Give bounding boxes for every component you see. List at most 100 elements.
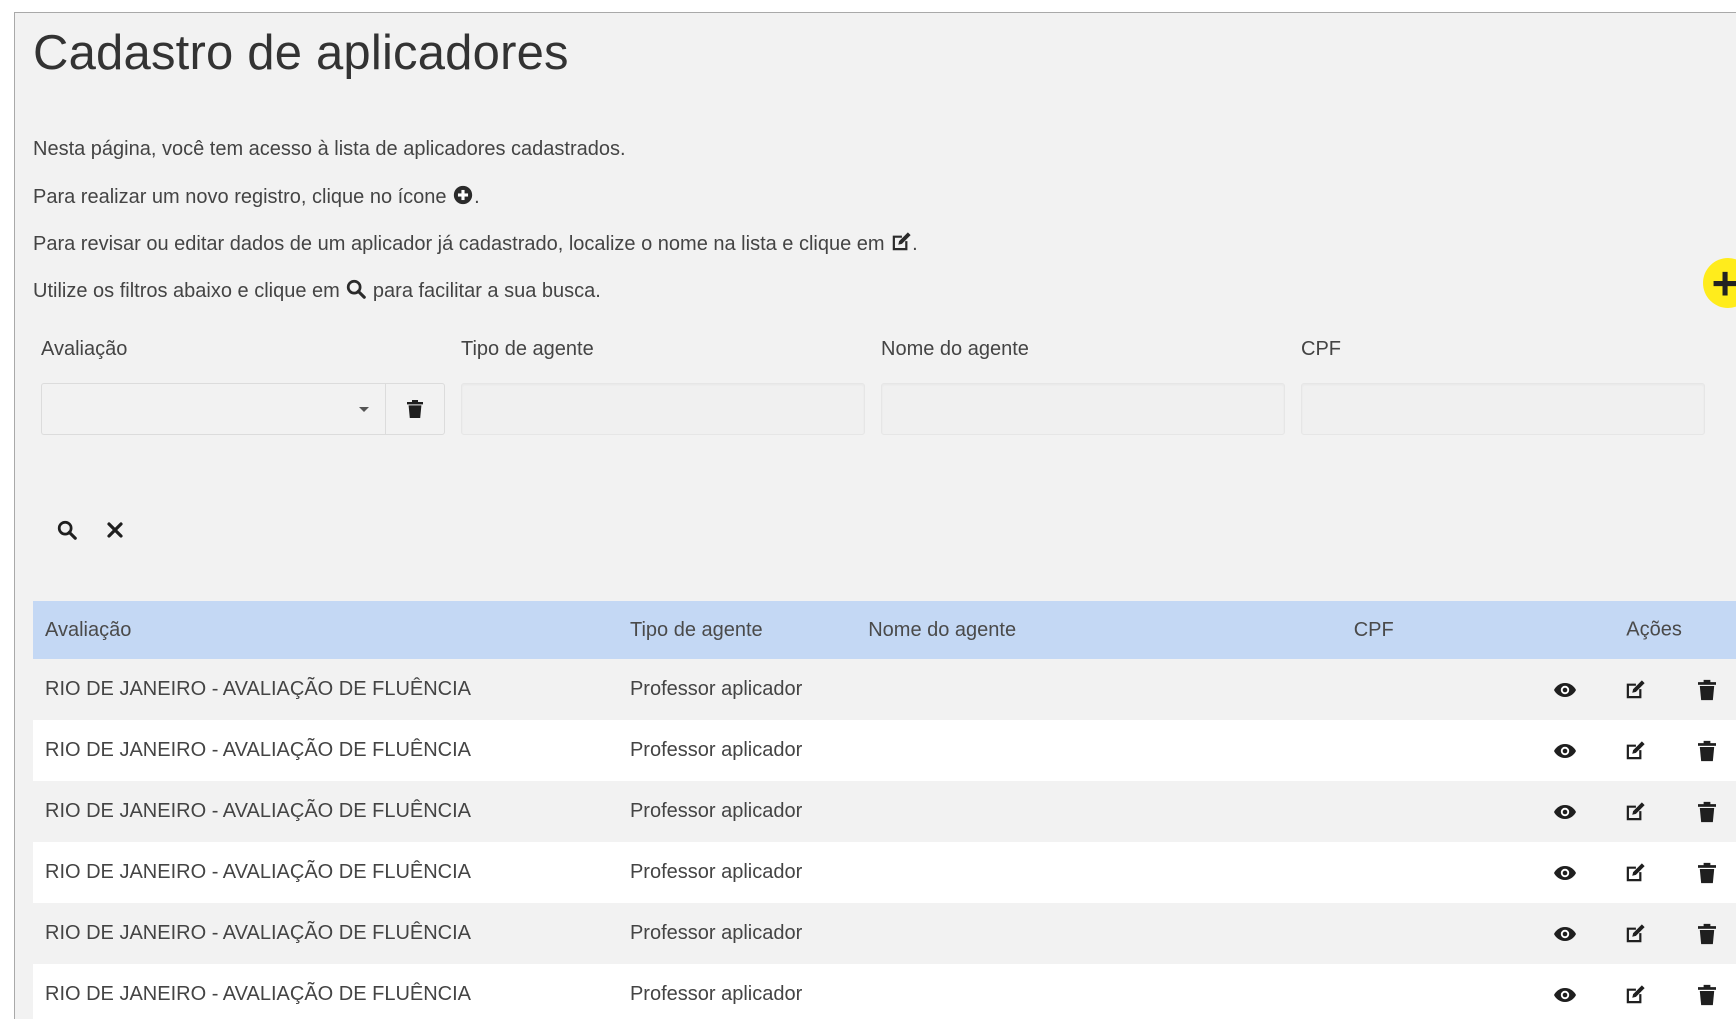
filter-cpf-label: CPF (1301, 338, 1341, 360)
trash-icon (1698, 862, 1717, 884)
cell-cpf (1341, 781, 1572, 842)
eye-icon (1553, 987, 1577, 1003)
trash-icon (1698, 923, 1717, 945)
view-button[interactable] (1552, 982, 1578, 1008)
clear-avaliacao-button[interactable] (385, 383, 445, 435)
cell-actions (1554, 720, 1736, 781)
eye-icon (1553, 926, 1577, 942)
cell-nome-agente (856, 720, 1342, 781)
cell-actions (1554, 781, 1736, 842)
cell-actions (1554, 903, 1736, 964)
table-row: RIO DE JANEIRO - AVALIAÇÃO DE FLUÊNCIA Pr… (33, 659, 1736, 720)
edit-icon (1624, 862, 1646, 884)
header-avaliacao[interactable]: Avaliação (33, 601, 618, 659)
header-tipo-agente[interactable]: Tipo de agente (617, 601, 857, 659)
page-title: Cadastro de aplicadores (33, 26, 569, 80)
edit-icon (1624, 801, 1646, 823)
trash-icon (407, 400, 423, 418)
view-button[interactable] (1552, 799, 1578, 825)
table-body: RIO DE JANEIRO - AVALIAÇÃO DE FLUÊNCIA Pr… (33, 659, 1736, 1019)
edit-button[interactable] (1622, 921, 1648, 947)
cell-tipo-agente: Professor aplicador (617, 842, 857, 903)
avaliacao-select[interactable] (41, 383, 385, 435)
delete-button[interactable] (1694, 921, 1720, 947)
add-applicator-button[interactable]: + (1703, 258, 1736, 308)
edit-icon (1624, 984, 1646, 1006)
edit-icon (1624, 740, 1646, 762)
cell-avaliacao: RIO DE JANEIRO - AVALIAÇÃO DE FLUÊNCIA (33, 659, 618, 720)
cell-avaliacao: RIO DE JANEIRO - AVALIAÇÃO DE FLUÊNCIA (33, 964, 618, 1019)
trash-icon (1698, 740, 1717, 762)
eye-icon (1553, 804, 1577, 820)
view-button[interactable] (1552, 921, 1578, 947)
delete-button[interactable] (1694, 982, 1720, 1008)
edit-button[interactable] (1622, 982, 1648, 1008)
edit-button[interactable] (1622, 799, 1648, 825)
edit-icon (1624, 679, 1646, 701)
cell-cpf (1341, 903, 1572, 964)
cell-tipo-agente: Professor aplicador (617, 720, 857, 781)
filter-nome-label: Nome do agente (881, 338, 1029, 360)
avaliacao-select-group (41, 383, 445, 435)
page-container: Cadastro de aplicadores Nesta página, vo… (14, 12, 1736, 1019)
trash-icon (1698, 679, 1717, 701)
filter-tipo-agente: Tipo de agente (461, 333, 865, 435)
cell-actions (1554, 964, 1736, 1019)
view-button[interactable] (1552, 738, 1578, 764)
view-button[interactable] (1552, 860, 1578, 886)
table-row: RIO DE JANEIRO - AVALIAÇÃO DE FLUÊNCIA Pr… (33, 842, 1736, 903)
cell-tipo-agente: Professor aplicador (617, 964, 857, 1019)
filter-nome-agente: Nome do agente (881, 333, 1285, 435)
delete-button[interactable] (1694, 738, 1720, 764)
delete-button[interactable] (1694, 677, 1720, 703)
cell-nome-agente (856, 842, 1342, 903)
edit-icon (892, 232, 911, 251)
header-acoes: Ações (1571, 601, 1736, 659)
header-cpf[interactable]: CPF (1341, 601, 1572, 659)
cell-tipo-agente: Professor aplicador (617, 659, 857, 720)
cell-nome-agente (856, 903, 1342, 964)
filter-avaliacao-label: Avaliação (41, 338, 128, 360)
trash-icon (1698, 984, 1717, 1006)
intro-line-4: Utilize os filtros abaixo e clique em pa… (33, 279, 601, 302)
plus-circle-icon (453, 185, 473, 205)
cell-avaliacao: RIO DE JANEIRO - AVALIAÇÃO DE FLUÊNCIA (33, 781, 618, 842)
clear-filters-button[interactable] (103, 518, 127, 542)
plus-icon: + (1711, 257, 1736, 309)
eye-icon (1553, 682, 1577, 698)
cell-avaliacao: RIO DE JANEIRO - AVALIAÇÃO DE FLUÊNCIA (33, 720, 618, 781)
edit-button[interactable] (1622, 738, 1648, 764)
delete-button[interactable] (1694, 799, 1720, 825)
header-nome-agente[interactable]: Nome do agente (856, 601, 1342, 659)
tipo-agente-input[interactable] (461, 383, 865, 435)
cell-nome-agente (856, 964, 1342, 1019)
edit-button[interactable] (1622, 677, 1648, 703)
chevron-down-icon (359, 407, 369, 412)
table-header-row: Avaliação Tipo de agente Nome do agente … (33, 601, 1736, 659)
cell-cpf (1341, 842, 1572, 903)
view-button[interactable] (1552, 677, 1578, 703)
filter-actions (55, 518, 127, 542)
search-icon (347, 279, 367, 299)
table-row: RIO DE JANEIRO - AVALIAÇÃO DE FLUÊNCIA Pr… (33, 720, 1736, 781)
search-button[interactable] (55, 518, 79, 542)
cell-cpf (1341, 964, 1572, 1019)
table-row: RIO DE JANEIRO - AVALIAÇÃO DE FLUÊNCIA Pr… (33, 903, 1736, 964)
cell-nome-agente (856, 659, 1342, 720)
edit-icon (1624, 923, 1646, 945)
close-icon (107, 522, 123, 538)
cell-avaliacao: RIO DE JANEIRO - AVALIAÇÃO DE FLUÊNCIA (33, 903, 618, 964)
filter-avaliacao: Avaliação (41, 333, 445, 435)
cpf-input[interactable] (1301, 383, 1705, 435)
nome-agente-input[interactable] (881, 383, 1285, 435)
edit-button[interactable] (1622, 860, 1648, 886)
filters-panel: Avaliação Tipo de agente Nome do agente … (41, 333, 1731, 443)
cell-avaliacao: RIO DE JANEIRO - AVALIAÇÃO DE FLUÊNCIA (33, 842, 618, 903)
intro-text: Nesta página, você tem acesso à lista de… (33, 137, 918, 325)
filter-tipo-label: Tipo de agente (461, 338, 594, 360)
cell-tipo-agente: Professor aplicador (617, 781, 857, 842)
eye-icon (1553, 865, 1577, 881)
intro-line-1: Nesta página, você tem acesso à lista de… (33, 138, 626, 160)
cell-cpf (1341, 720, 1572, 781)
delete-button[interactable] (1694, 860, 1720, 886)
